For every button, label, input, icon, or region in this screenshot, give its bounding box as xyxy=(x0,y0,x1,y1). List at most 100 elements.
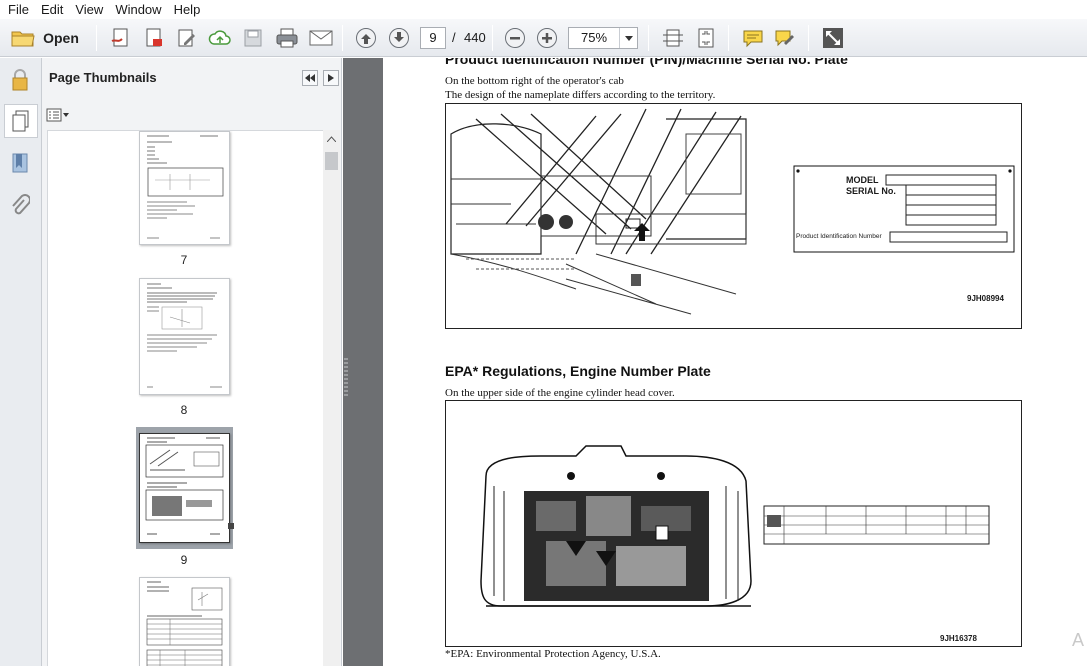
create-pdf-icon xyxy=(111,28,128,47)
thumbnail-scrollbar[interactable] xyxy=(323,130,340,666)
toolbar-separator xyxy=(648,25,649,51)
security-button[interactable] xyxy=(6,66,34,94)
figure-engine-plate: 9JH16378 xyxy=(445,400,1022,647)
arrow-up-circle-icon xyxy=(356,28,376,48)
upload-cloud-button[interactable] xyxy=(207,26,233,50)
pages-icon xyxy=(12,110,29,132)
thumbnail-page-8[interactable] xyxy=(139,278,230,395)
comment-button[interactable] xyxy=(740,26,766,50)
chevron-down-icon[interactable] xyxy=(619,28,637,48)
engine-illustration xyxy=(480,445,990,607)
next-page-button[interactable] xyxy=(386,26,412,50)
previous-page-button[interactable] xyxy=(353,26,379,50)
plate-pin-label: Product Identification Number xyxy=(796,233,882,240)
print-button[interactable] xyxy=(273,26,301,50)
minus-circle-icon xyxy=(505,28,525,48)
fit-width-button[interactable] xyxy=(660,26,686,50)
plus-circle-icon xyxy=(537,28,557,48)
figure-nameplate: MODEL SERIAL No. Product Identification … xyxy=(445,103,1022,329)
edit-pdf-button[interactable] xyxy=(174,26,200,50)
list-options-icon xyxy=(46,108,69,122)
thumbnail-label-8: 8 xyxy=(180,403,188,417)
navigation-rail xyxy=(0,58,42,666)
highlight-button[interactable] xyxy=(772,26,798,50)
zoom-select[interactable]: 75% xyxy=(568,27,638,49)
speech-bubble-icon xyxy=(743,30,763,48)
fit-page-button[interactable] xyxy=(693,26,719,50)
document-view: Product Identification Number (PIN)/Mach… xyxy=(383,58,1087,666)
save-icon xyxy=(244,29,262,47)
menu-window[interactable]: Window xyxy=(109,0,167,19)
thumbnail-label-7: 7 xyxy=(180,253,188,267)
section-heading-pin: Product Identification Number (PIN)/Mach… xyxy=(445,58,848,67)
collapse-panel-button[interactable] xyxy=(302,70,318,86)
email-button[interactable] xyxy=(307,26,335,50)
thumbnail-page-7[interactable] xyxy=(139,131,230,245)
fullscreen-button[interactable] xyxy=(820,26,846,50)
menu-help[interactable]: Help xyxy=(168,0,207,19)
toolbar-separator xyxy=(96,25,97,51)
toolbar-separator xyxy=(342,25,343,51)
overlay-artifact: A xyxy=(1072,630,1085,650)
section-heading-epa: EPA* Regulations, Engine Number Plate xyxy=(445,363,711,379)
acrobat-reader-window: File Edit View Window Help Open 9 / 440 … xyxy=(0,0,1087,666)
page-thumbnails-panel: Page Thumbnails 7 8 9 xyxy=(42,58,342,666)
fit-page-icon xyxy=(698,28,714,48)
open-label: Open xyxy=(43,30,79,46)
bookmark-icon xyxy=(12,153,28,173)
open-button[interactable]: Open xyxy=(6,26,84,50)
bookmarks-button[interactable] xyxy=(6,150,34,178)
page-10-preview xyxy=(146,581,223,666)
excavator-cab-illustration xyxy=(450,108,1015,315)
save-button[interactable] xyxy=(240,26,266,50)
page-7-preview xyxy=(147,135,224,239)
thumbnail-options-button[interactable] xyxy=(46,106,72,124)
epa-footnote: *EPA: Environmental Protection Agency, U… xyxy=(445,648,661,660)
scroll-up-icon[interactable] xyxy=(327,136,336,142)
menu-file[interactable]: File xyxy=(2,0,35,19)
figure-code-2: 9JH16378 xyxy=(940,634,977,643)
cloud-upload-icon xyxy=(208,30,231,45)
thumbnail-viewport-handle[interactable] xyxy=(228,523,234,529)
scrollbar-thumb[interactable] xyxy=(325,152,338,170)
page-8-preview xyxy=(147,283,222,388)
double-chevron-left-icon xyxy=(305,74,315,82)
folder-icon xyxy=(11,31,35,47)
page-number-input[interactable]: 9 xyxy=(420,27,446,49)
pin-territory-text: The design of the nameplate differs acco… xyxy=(445,89,716,101)
arrow-down-circle-icon xyxy=(389,28,409,48)
plate-model-label: MODEL xyxy=(846,175,879,185)
paperclip-icon xyxy=(12,194,30,215)
epa-location-text: On the upper side of the engine cylinder… xyxy=(445,387,675,399)
thumbnail-label-9: 9 xyxy=(180,553,188,567)
attachments-button[interactable] xyxy=(6,192,34,220)
panel-title: Page Thumbnails xyxy=(49,70,157,85)
menu-edit[interactable]: Edit xyxy=(35,0,69,19)
menu-view[interactable]: View xyxy=(69,0,109,19)
printer-icon xyxy=(276,28,298,48)
page-9-preview xyxy=(145,437,224,535)
toolbar-separator xyxy=(492,25,493,51)
lock-icon xyxy=(12,69,28,91)
thumbnail-page-9[interactable] xyxy=(139,433,230,543)
export-pdf-icon xyxy=(146,28,162,47)
expand-panel-button[interactable] xyxy=(323,70,339,86)
zoom-in-button[interactable] xyxy=(534,26,560,50)
menu-bar: File Edit View Window Help xyxy=(0,0,1087,19)
panel-splitter[interactable] xyxy=(343,58,383,666)
thumbnail-page-10[interactable] xyxy=(139,577,230,666)
plate-serial-label: SERIAL No. xyxy=(846,186,896,196)
envelope-icon xyxy=(309,30,333,46)
export-pdf-button[interactable] xyxy=(141,26,167,50)
page-thumbnails-button[interactable] xyxy=(4,104,38,138)
figure-code-1: 9JH08994 xyxy=(967,294,1004,303)
total-pages: 440 xyxy=(464,30,486,45)
page-separator: / xyxy=(452,30,456,45)
splitter-grip[interactable] xyxy=(344,358,348,398)
toolbar-separator xyxy=(808,25,809,51)
pin-location-text: On the bottom right of the operator's ca… xyxy=(445,75,624,87)
highlighter-icon xyxy=(775,30,794,47)
zoom-out-button[interactable] xyxy=(502,26,528,50)
create-pdf-button[interactable] xyxy=(108,26,134,50)
toolbar-separator xyxy=(728,25,729,51)
